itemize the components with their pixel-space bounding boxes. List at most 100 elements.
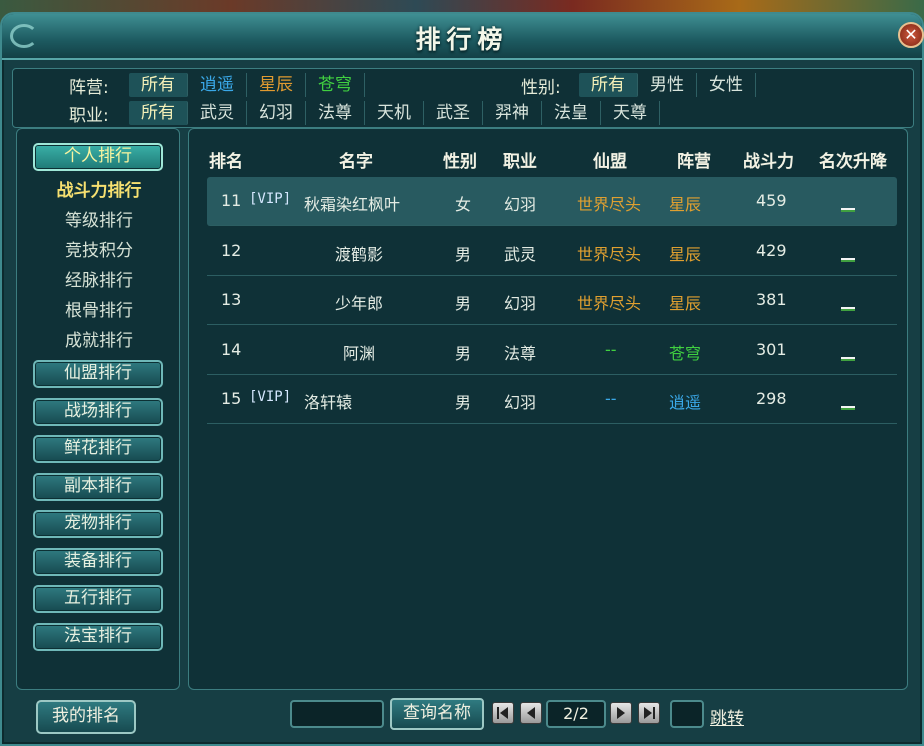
class-option[interactable]: 法皇: [542, 101, 601, 125]
filter-panel: 阵营: 所有 逍遥 星辰 苍穹 性别: 所有 男性 女性 职业: 所有 武灵 幻…: [12, 68, 914, 128]
class-cell: 幻羽: [504, 294, 537, 313]
guild-cell: 世界尽头: [577, 244, 642, 264]
guild-cell: 世界尽头: [577, 195, 642, 214]
table-header: 排名 名字 性别 职业 仙盟 阵营 战斗力 名次升降: [189, 129, 907, 172]
power-cell: 301: [756, 339, 787, 359]
column-header: 仙盟: [593, 152, 627, 172]
name-cell: 渡鹤影: [334, 244, 383, 264]
gender-cell: 男: [455, 244, 472, 264]
nav-sub-item[interactable]: 等级排行: [17, 206, 181, 231]
column-header: 排名: [209, 152, 243, 172]
query-name-button[interactable]: 查询名称: [390, 698, 484, 730]
camp-cell: 逍遥: [669, 393, 702, 412]
ranking-category-nav: 个人排行 战斗力排行 等级排行 竞技积分 经脉排行 根骨排行 成就排行 仙盟排行…: [16, 128, 180, 690]
rank-cell: 13: [221, 290, 242, 309]
name-cell: 少年郎: [334, 294, 383, 313]
class-option[interactable]: 所有: [129, 101, 188, 125]
nav-button[interactable]: 鲜花排行: [33, 435, 163, 463]
rank-unchanged-icon: [841, 247, 855, 266]
bottom-bar: 我的排名 查询名称 2/2 跳转: [0, 692, 924, 746]
camp-option-cangqiong[interactable]: 苍穹: [306, 73, 365, 97]
camp-cell: 苍穹: [669, 343, 702, 363]
nav-sub-item[interactable]: 竞技积分: [17, 236, 181, 261]
power-cell: 459: [756, 191, 787, 210]
gender-option-female[interactable]: 女性: [697, 73, 756, 97]
last-page-icon[interactable]: [638, 702, 660, 724]
power-cell: 381: [756, 290, 787, 309]
gender-filter: 性别: 所有 男性 女性: [521, 71, 756, 99]
column-header: 职业: [503, 152, 537, 172]
my-rank-button[interactable]: 我的排名: [36, 700, 136, 734]
class-filter: 职业: 所有 武灵 幻羽 法尊 天机 武圣 羿神 法皇 天尊: [69, 99, 660, 127]
nav-sub-item[interactable]: 战斗力排行: [17, 176, 181, 201]
class-option[interactable]: 法尊: [306, 101, 365, 125]
gender-cell: 女: [455, 195, 472, 214]
gender-cell: 男: [455, 343, 472, 363]
nav-button[interactable]: 装备排行: [33, 548, 163, 576]
table-row[interactable]: 15 [VIP] 洛轩辕 男 幻羽 -- 逍遥 298: [207, 375, 897, 424]
page-indicator[interactable]: 2/2: [546, 700, 606, 728]
column-header: 名次升降: [819, 152, 887, 172]
title-bar[interactable]: 排行榜 ✕: [2, 14, 924, 60]
guild-cell: 世界尽头: [577, 294, 642, 313]
gender-option-all[interactable]: 所有: [579, 73, 638, 97]
rank-unchanged-icon: [841, 197, 855, 216]
nav-button[interactable]: 战场排行: [33, 398, 163, 426]
rank-unchanged-icon: [841, 296, 855, 315]
camp-filter-label: 阵营:: [69, 77, 109, 98]
name-search-input[interactable]: [290, 700, 384, 728]
class-option[interactable]: 武圣: [424, 101, 483, 125]
guild-cell: --: [605, 389, 617, 408]
camp-cell: 星辰: [669, 294, 702, 313]
nav-sub-item[interactable]: 经脉排行: [17, 266, 181, 291]
nav-button[interactable]: 宠物排行: [33, 510, 163, 538]
jump-link[interactable]: 跳转: [710, 704, 744, 729]
first-page-icon[interactable]: [492, 702, 514, 724]
guild-cell: --: [605, 339, 617, 359]
nav-button[interactable]: 五行排行: [33, 585, 163, 613]
class-option[interactable]: 羿神: [483, 101, 542, 125]
camp-cell: 星辰: [669, 195, 702, 214]
gender-filter-label: 性别:: [521, 77, 561, 98]
next-page-icon[interactable]: [610, 702, 632, 724]
close-icon[interactable]: ✕: [898, 22, 924, 48]
class-cell: 武灵: [504, 244, 537, 264]
nav-personal-ranking[interactable]: 个人排行: [33, 143, 163, 171]
class-option[interactable]: 武灵: [188, 101, 247, 125]
class-option[interactable]: 天尊: [601, 101, 660, 125]
camp-option-xiaoyao[interactable]: 逍遥: [188, 73, 247, 97]
nav-button[interactable]: 法宝排行: [33, 623, 163, 651]
column-header: 阵营: [677, 152, 711, 172]
nav-button[interactable]: 副本排行: [33, 473, 163, 501]
power-cell: 298: [756, 389, 787, 408]
vip-badge: [VIP]: [249, 389, 292, 405]
name-cell: 洛轩辕: [304, 393, 353, 412]
column-header: 名字: [339, 152, 373, 172]
table-row[interactable]: 13 少年郎 男 幻羽 世界尽头 星辰 381: [207, 276, 897, 325]
gender-cell: 男: [455, 393, 472, 412]
table-row[interactable]: 12 渡鹤影 男 武灵 世界尽头 星辰 429: [207, 227, 897, 276]
nav-sub-item[interactable]: 成就排行: [17, 326, 181, 351]
class-cell: 幻羽: [504, 393, 537, 412]
rank-cell: 14: [221, 339, 242, 359]
gender-cell: 男: [455, 294, 472, 313]
class-option[interactable]: 天机: [365, 101, 424, 125]
nav-sub-item[interactable]: 根骨排行: [17, 296, 181, 321]
rank-cell: 12: [221, 240, 242, 260]
camp-cell: 星辰: [669, 244, 702, 264]
camp-option-all[interactable]: 所有: [129, 73, 188, 97]
camp-option-xingchen[interactable]: 星辰: [247, 73, 306, 97]
class-cell: 法尊: [504, 343, 537, 363]
rank-cell: 15: [221, 389, 242, 408]
name-cell: 阿渊: [342, 343, 375, 363]
prev-page-icon[interactable]: [520, 702, 542, 724]
nav-button[interactable]: 仙盟排行: [33, 360, 163, 388]
column-header: 战斗力: [743, 152, 794, 172]
window-title: 排行榜: [415, 25, 509, 54]
power-cell: 429: [756, 240, 787, 260]
gender-option-male[interactable]: 男性: [638, 73, 697, 97]
table-row[interactable]: 14 阿渊 男 法尊 -- 苍穹 301: [207, 326, 897, 375]
table-row[interactable]: 11 [VIP] 秋霜染红枫叶 女 幻羽 世界尽头 星辰 459: [207, 177, 897, 226]
jump-page-input[interactable]: [670, 700, 704, 728]
class-option[interactable]: 幻羽: [247, 101, 306, 125]
